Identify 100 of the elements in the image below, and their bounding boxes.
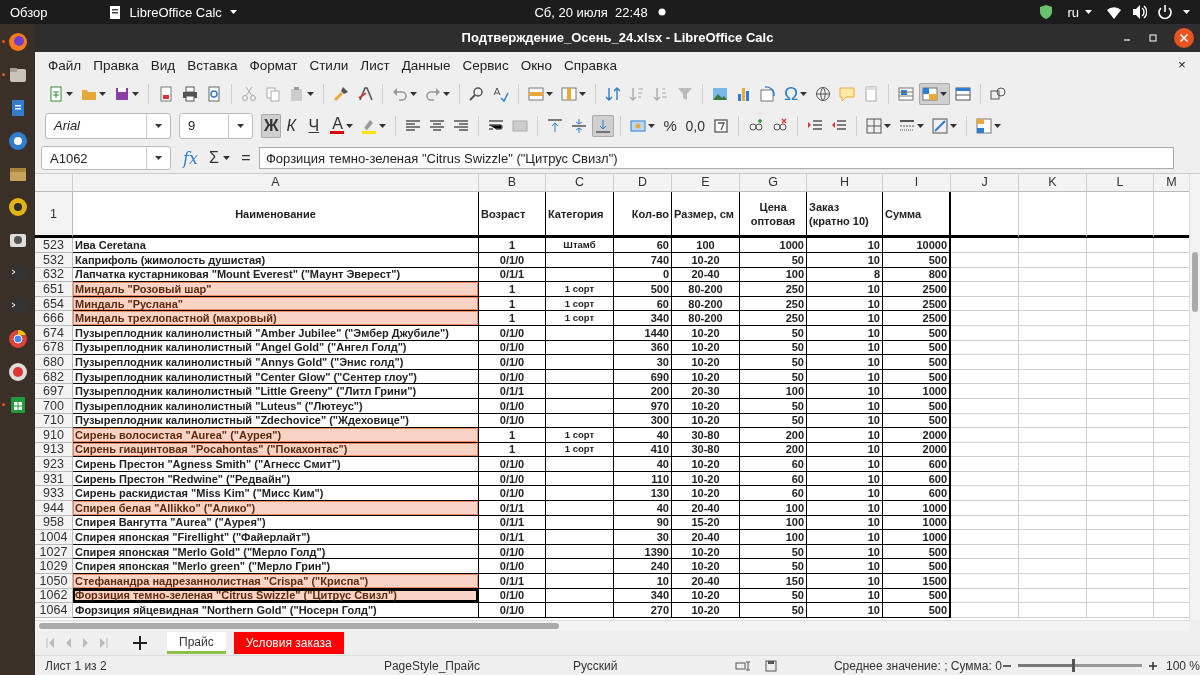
close-document-button[interactable]: × <box>1172 55 1192 74</box>
column-header[interactable]: H <box>807 174 883 193</box>
vertical-scrollbar[interactable] <box>1189 174 1200 620</box>
menu-item[interactable]: Сервис <box>456 58 515 74</box>
clock[interactable]: Сб, 20 июля 22:48 <box>534 4 648 20</box>
table-cell[interactable]: 0/1/1 <box>479 501 546 516</box>
menu-item[interactable]: Справка <box>558 58 623 74</box>
media-player-icon[interactable] <box>7 197 28 217</box>
table-cell[interactable]: 50 <box>740 544 807 560</box>
row-header[interactable]: 523 <box>35 238 73 253</box>
font-size-field[interactable]: 9 <box>179 112 253 139</box>
table-cell[interactable] <box>546 413 614 429</box>
table-cell[interactable]: 100 <box>740 530 807 545</box>
table-cell[interactable]: 50 <box>740 355 807 370</box>
table-cell[interactable]: 10 <box>807 515 883 531</box>
table-cell[interactable]: 0/1/1 <box>479 515 546 531</box>
table-cell[interactable]: 970 <box>614 398 672 414</box>
table-cell[interactable]: 10-20 <box>672 486 740 502</box>
table-cell[interactable]: 10 <box>807 501 883 516</box>
table-cell[interactable] <box>546 501 614 516</box>
table-cell[interactable]: 500 <box>883 398 951 414</box>
row-header[interactable]: 1004 <box>35 530 73 545</box>
table-cell[interactable]: 200 <box>614 384 672 399</box>
terminal-icon[interactable] <box>7 263 28 283</box>
zoom-level[interactable]: 100 % <box>1165 658 1200 673</box>
shapes-icon[interactable] <box>990 85 1007 102</box>
table-cell[interactable]: 10-20 <box>672 603 740 618</box>
percent-format-button[interactable]: % <box>660 114 681 138</box>
function-wizard-button[interactable]: fx <box>183 148 198 168</box>
table-cell[interactable]: 0/1/0 <box>479 252 546 268</box>
table-cell[interactable]: 50 <box>740 559 807 575</box>
table-cell[interactable]: 10 <box>807 530 883 545</box>
table-cell[interactable]: 0/1/0 <box>479 486 546 502</box>
table-cell[interactable] <box>546 486 614 502</box>
column-header[interactable]: K <box>1019 174 1087 193</box>
app-menu-button[interactable]: LibreOffice Calc <box>129 4 222 20</box>
table-cell[interactable]: 80-200 <box>672 282 740 297</box>
table-cell[interactable]: 0/1/0 <box>479 588 546 604</box>
print-preview-icon[interactable] <box>206 85 222 102</box>
table-cell[interactable]: 600 <box>883 457 951 472</box>
column-header[interactable]: A <box>73 174 479 193</box>
sheet-tab[interactable]: Условия заказа <box>233 632 344 654</box>
table-cell[interactable]: 50 <box>740 325 807 341</box>
table-cell[interactable]: 340 <box>614 311 672 326</box>
caret-icon[interactable] <box>155 122 162 129</box>
table-cell[interactable]: Миндаль "Розовый шар" <box>73 282 479 297</box>
volume-icon[interactable] <box>1132 4 1147 20</box>
caret-icon[interactable] <box>132 90 139 97</box>
table-cell[interactable]: 2500 <box>883 311 951 326</box>
shield-icon[interactable] <box>1039 4 1054 20</box>
column-header[interactable]: B <box>479 174 546 193</box>
table-cell[interactable] <box>546 267 614 283</box>
notification-dot-icon[interactable] <box>657 8 666 16</box>
hyperlink-icon[interactable] <box>815 85 832 102</box>
table-cell[interactable]: 30 <box>614 530 672 545</box>
table-cell[interactable]: 10 <box>807 442 883 458</box>
table-cell[interactable]: 10 <box>807 296 883 312</box>
table-cell[interactable]: 800 <box>883 267 951 283</box>
number-format-button[interactable]: 0,0 <box>682 114 708 137</box>
caret-icon[interactable] <box>883 122 891 129</box>
align-right-icon[interactable] <box>453 117 470 134</box>
table-cell[interactable]: 50 <box>740 369 807 385</box>
table-cell[interactable]: 1000 <box>883 384 951 399</box>
table-cell[interactable]: 1000 <box>883 515 951 531</box>
column-header[interactable]: L <box>1087 174 1154 193</box>
table-cell[interactable]: 130 <box>614 486 672 502</box>
table-cell[interactable]: Пузыреплодник калинолистный "Little Greeny" ("Литл Грини") <box>73 384 479 399</box>
row-header[interactable]: 666 <box>35 311 73 326</box>
caret-icon[interactable] <box>410 90 417 97</box>
table-cell[interactable]: 50 <box>740 588 807 604</box>
table-cell[interactable]: 250 <box>740 296 807 312</box>
table-cell[interactable]: 60 <box>740 486 807 502</box>
caret-icon[interactable] <box>99 90 106 97</box>
record-icon[interactable] <box>7 362 28 382</box>
table-cell[interactable]: 50 <box>740 413 807 429</box>
caret-icon[interactable] <box>993 122 1001 129</box>
table-cell[interactable]: Пузыреплодник калинолистный "Angel Gold" ("Ангел Голд") <box>73 340 479 356</box>
table-cell[interactable]: 340 <box>614 588 672 604</box>
table-cell[interactable]: 0/1/1 <box>479 384 546 399</box>
terminal-icon[interactable] <box>7 296 28 316</box>
document-icon[interactable] <box>107 4 122 20</box>
sort-descending-icon[interactable] <box>653 85 669 102</box>
table-cell[interactable]: 50 <box>740 603 807 618</box>
table-cell[interactable]: 1 <box>479 442 546 458</box>
column-header[interactable]: G <box>740 174 807 193</box>
table-cell[interactable]: Стефанандра надрезаннолистная "Crispa" ("Криспа") <box>73 574 479 589</box>
freeze-cells-icon[interactable] <box>922 85 939 102</box>
save-icon[interactable] <box>114 85 130 102</box>
caret-icon[interactable] <box>800 90 808 97</box>
merge-cells-icon[interactable] <box>512 117 529 134</box>
power-icon[interactable] <box>1157 4 1173 20</box>
table-cell[interactable] <box>546 384 614 399</box>
table-cell[interactable]: 15-20 <box>672 515 740 531</box>
table-cell[interactable]: 1500 <box>883 574 951 589</box>
borders-icon[interactable] <box>865 117 882 134</box>
table-cell[interactable] <box>546 252 614 268</box>
table-cell[interactable] <box>546 588 614 604</box>
table-cell[interactable]: 20-40 <box>672 267 740 283</box>
table-cell[interactable]: 500 <box>883 588 951 604</box>
spelling-icon[interactable] <box>493 85 509 102</box>
